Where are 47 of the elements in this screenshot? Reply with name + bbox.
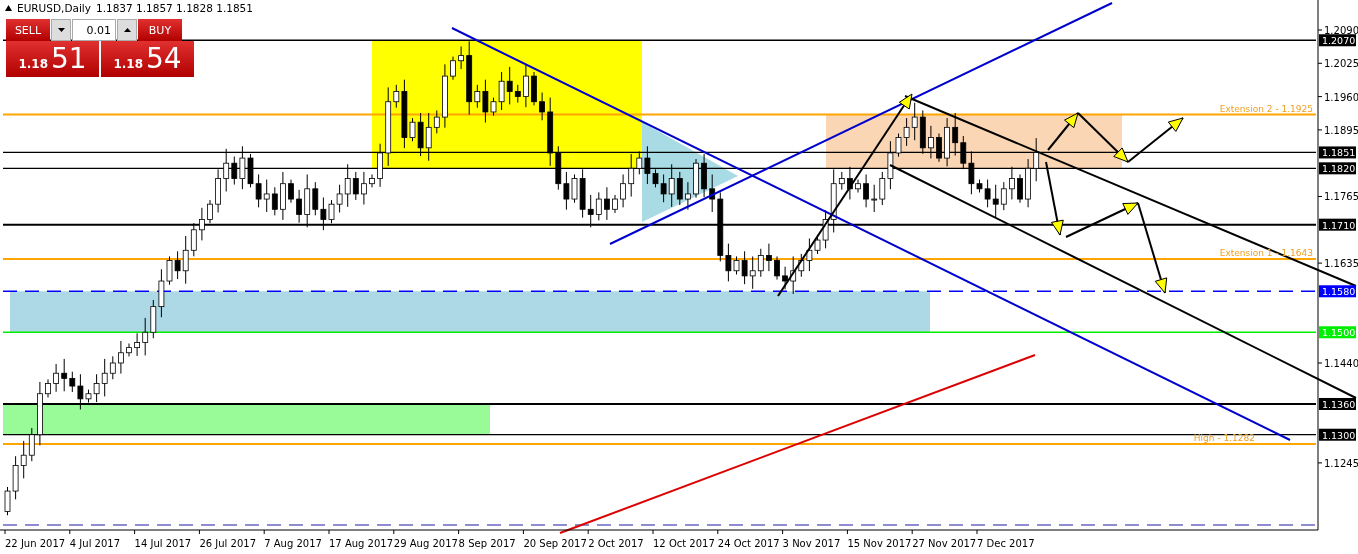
price-label: 1.1820 — [1319, 162, 1356, 175]
x-axis-label: 26 Jul 2017 — [199, 538, 256, 549]
y-axis-label: 1.2090 — [1324, 25, 1358, 36]
triangle-up-icon — [5, 5, 12, 11]
y-axis-label: 1.1960 — [1324, 91, 1358, 103]
x-axis-label: 17 Aug 2017 — [329, 538, 394, 549]
x-axis-label: 4 Jul 2017 — [69, 538, 121, 549]
buy-button[interactable]: BUY — [138, 19, 182, 41]
y-axis-label: 1.2025 — [1324, 58, 1358, 70]
x-axis-label: 3 Nov 2017 — [782, 538, 841, 549]
y-axis-label: 1.1895 — [1324, 124, 1358, 136]
buy-price-button[interactable]: 1.18 54 — [101, 41, 194, 77]
price-label: 1.2070 — [1319, 34, 1356, 47]
caret-down-icon — [57, 28, 65, 32]
y-axis-label: 1.1635 — [1324, 258, 1358, 270]
y-axis-label: 1.1245 — [1324, 457, 1358, 469]
x-axis-label: 7 Dec 2017 — [977, 538, 1035, 549]
sell-price-button[interactable]: 1.18 51 — [6, 41, 99, 77]
price-label: 1.1710 — [1319, 218, 1356, 231]
x-axis-label: 8 Sep 2017 — [458, 538, 516, 549]
x-axis-label: 15 Nov 2017 — [847, 538, 912, 549]
price-label: 1.1580 — [1319, 285, 1356, 298]
price-label: 1.1500 — [1319, 326, 1356, 339]
line-note: Extension 2 - 1.1925 — [1219, 103, 1313, 114]
caret-up-icon — [123, 28, 131, 32]
y-axis-label: 1.1440 — [1324, 358, 1358, 369]
line-note: Extension 1 - 1.1643 — [1219, 248, 1313, 258]
x-axis-label: 14 Jul 2017 — [134, 538, 192, 549]
x-axis-label: 7 Aug 2017 — [264, 538, 322, 549]
x-axis-label: 22 Jun 2017 — [5, 538, 66, 549]
line-note: High - 1.1282 — [1193, 432, 1255, 443]
x-axis-label: 29 Aug 2017 — [393, 538, 458, 549]
x-axis-label: 27 Nov 2017 — [912, 538, 977, 549]
price-label: 1.1300 — [1319, 428, 1356, 441]
lot-decrease-button[interactable] — [51, 19, 71, 41]
x-axis-label: 12 Oct 2017 — [653, 538, 715, 549]
sell-button[interactable]: SELL — [6, 19, 50, 41]
ohlc-values: 1.1837 1.1857 1.1828 1.1851 — [95, 2, 253, 14]
price-label: 1.1851 — [1319, 146, 1356, 159]
x-axis-label: 2 Oct 2017 — [588, 538, 644, 549]
symbol-title: EURUSD,Daily — [17, 2, 91, 14]
y-axis-label: 1.1765 — [1324, 191, 1358, 203]
lot-increase-button[interactable] — [117, 19, 137, 41]
x-axis-label: 24 Oct 2017 — [717, 538, 780, 549]
lot-field[interactable]: 0.01 — [72, 19, 116, 41]
price-label: 1.1360 — [1319, 398, 1356, 410]
x-axis-label: 20 Sep 2017 — [523, 538, 587, 549]
